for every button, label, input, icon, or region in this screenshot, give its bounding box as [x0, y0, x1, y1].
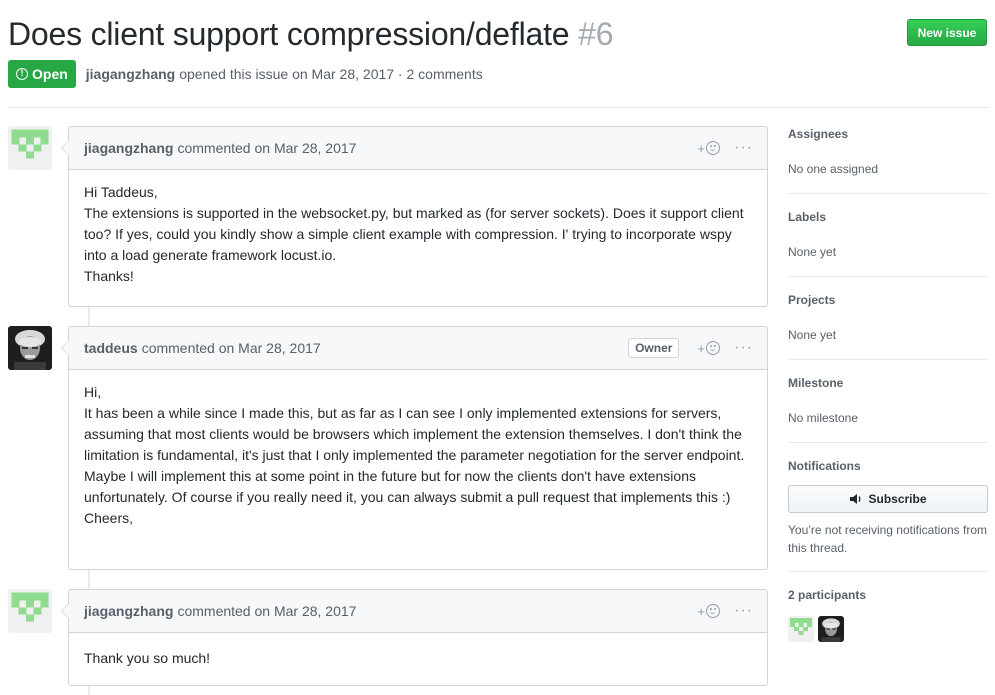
add-reaction-button[interactable]: +	[697, 140, 721, 156]
sidebar-notifications: Notifications Subscribe You’re not recei…	[788, 445, 988, 572]
subscribe-button[interactable]: Subscribe	[788, 485, 988, 513]
comment-text: Hi, It has been a while since I made thi…	[84, 384, 745, 526]
participants-heading: 2 participants	[788, 588, 867, 602]
avatar-jiagangzhang[interactable]	[8, 589, 52, 633]
smiley-icon	[706, 341, 721, 355]
subscribe-label: Subscribe	[868, 492, 927, 506]
comment-header: jiagangzhang commented on Mar 28, 2017 +…	[69, 127, 767, 170]
issue-meta: ! Open jiagangzhang opened this issue on…	[8, 60, 483, 88]
comment-header: taddeus commented on Mar 28, 2017 Owner …	[69, 327, 767, 370]
comment: taddeus commented on Mar 28, 2017 Owner …	[61, 326, 768, 570]
labels-value: None yet	[788, 245, 837, 259]
participant-avatar[interactable]	[818, 616, 844, 642]
comment-author[interactable]: jiagangzhang	[84, 140, 173, 156]
assignees-value: No one assigned	[788, 162, 879, 176]
new-issue-button[interactable]: New issue	[907, 19, 987, 46]
owner-badge: Owner	[628, 338, 680, 358]
timeline-connector	[88, 306, 90, 326]
notifications-note: You’re not receiving notifications from …	[788, 523, 987, 555]
sidebar-milestone: Milestone No milestone	[788, 362, 988, 443]
comment-body: Thank you so much!	[69, 633, 767, 682]
comment-timestamp[interactable]: commented on Mar 28, 2017	[142, 340, 321, 356]
labels-heading[interactable]: Labels	[788, 196, 988, 225]
identicon-icon	[8, 589, 52, 633]
issue-title: Does client support compression/deflate …	[8, 14, 613, 54]
comment-options-button[interactable]: ···	[734, 340, 753, 356]
reaction-plus: +	[697, 340, 706, 356]
sidebar-participants: 2 participants	[788, 574, 988, 642]
sidebar-assignees: Assignees No one assigned	[788, 113, 988, 194]
add-reaction-button[interactable]: +	[697, 603, 721, 619]
avatar-taddeus[interactable]	[8, 326, 52, 370]
reaction-plus: +	[697, 140, 706, 156]
identicon-icon	[8, 126, 52, 170]
sidebar-labels: Labels None yet	[788, 196, 988, 277]
comment-text: Hi Taddeus, The extensions is supported …	[84, 184, 744, 284]
header-divider	[8, 107, 988, 108]
smiley-icon	[706, 604, 721, 618]
comment-options-button[interactable]: ···	[734, 603, 753, 619]
comment-timestamp[interactable]: commented on Mar 28, 2017	[177, 603, 356, 619]
issue-number: #6	[578, 16, 614, 52]
notifications-heading: Notifications	[788, 459, 861, 473]
comment-options-button[interactable]: ···	[734, 140, 753, 156]
issue-author-link[interactable]: jiagangzhang	[86, 66, 175, 82]
participants-list	[788, 616, 988, 642]
issue-meta-text: opened this issue on Mar 28, 2017 · 2 co…	[179, 66, 483, 82]
state-label: Open	[32, 66, 68, 82]
sidebar-projects: Projects None yet	[788, 279, 988, 360]
user-photo-icon	[8, 326, 52, 370]
timeline-connector	[88, 686, 90, 695]
milestone-heading[interactable]: Milestone	[788, 362, 988, 391]
comment-author[interactable]: jiagangzhang	[84, 603, 173, 619]
comment-header: jiagangzhang commented on Mar 28, 2017 +…	[69, 590, 767, 633]
comment-body: Hi Taddeus, The extensions is supported …	[69, 170, 767, 300]
comment: jiagangzhang commented on Mar 28, 2017 +…	[61, 589, 768, 686]
add-reaction-button[interactable]: +	[697, 340, 721, 356]
comment-timestamp[interactable]: commented on Mar 28, 2017	[177, 140, 356, 156]
comment-body: Hi, It has been a while since I made thi…	[69, 370, 767, 542]
comment-author[interactable]: taddeus	[84, 340, 138, 356]
comment: jiagangzhang commented on Mar 28, 2017 +…	[61, 126, 768, 307]
projects-value: None yet	[788, 328, 837, 342]
issue-opened-icon: !	[16, 68, 28, 80]
identicon-icon	[788, 616, 814, 642]
smiley-icon	[706, 141, 721, 155]
comment-text: Thank you so much!	[84, 650, 211, 666]
state-badge: ! Open	[8, 60, 76, 88]
milestone-value: No milestone	[788, 411, 859, 425]
reaction-plus: +	[697, 603, 706, 619]
user-photo-icon	[818, 616, 844, 642]
timeline-connector	[88, 569, 90, 589]
assignees-heading[interactable]: Assignees	[788, 113, 988, 142]
participant-avatar[interactable]	[788, 616, 814, 642]
avatar-jiagangzhang[interactable]	[8, 126, 52, 170]
issue-sidebar: Assignees No one assigned Labels None ye…	[788, 126, 988, 642]
projects-heading[interactable]: Projects	[788, 279, 988, 308]
speaker-icon	[850, 494, 861, 504]
issue-title-text: Does client support compression/deflate	[8, 16, 570, 52]
